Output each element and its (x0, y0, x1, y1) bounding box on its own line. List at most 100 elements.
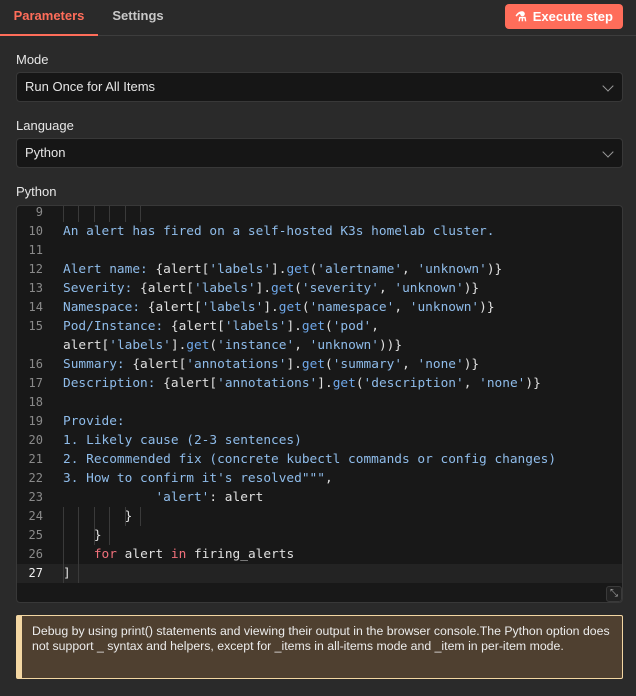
code-token: ( (325, 357, 333, 372)
code-text: Description: {alert['annotations'].get('… (63, 374, 541, 393)
code-token: 1. Likely cause (2-3 sentences) (63, 433, 302, 448)
code-token: {alert[ (132, 357, 187, 372)
indent-guide (63, 206, 64, 222)
language-value: Python (25, 145, 66, 160)
code-line[interactable]: 12 Alert name: {alert['labels'].get('aler… (17, 260, 622, 279)
code-token: Description: (63, 376, 164, 391)
code-line[interactable]: 13 Severity: {alert['labels'].get('severi… (17, 279, 622, 298)
code-token: 'unknown' (417, 262, 487, 277)
indent-guide (63, 545, 64, 564)
mode-value: Run Once for All Items (25, 79, 156, 94)
code-token: )} (463, 357, 480, 372)
code-line[interactable]: 21 2. Recommended fix (concrete kubectl c… (17, 450, 622, 469)
indent-guide (93, 507, 95, 526)
code-line[interactable]: 15 Pod/Instance: {alert['labels'].get('po… (17, 317, 622, 336)
code-text: } (63, 507, 133, 526)
code-token: , (463, 376, 480, 391)
code-token: get (301, 357, 325, 372)
code-text: ] (63, 564, 71, 583)
code-token: )} (486, 262, 503, 277)
code-token: Alert name: (63, 262, 156, 277)
code-line[interactable]: alert['labels'].get('instance', 'unknown… (17, 336, 622, 355)
code-token: ( (301, 300, 310, 315)
code-line[interactable]: 19 Provide: (17, 412, 622, 431)
line-number: 9 (35, 205, 43, 219)
line-number: 15 (28, 319, 43, 333)
code-token: An alert has fired on a self-hosted K3s … (63, 224, 495, 239)
code-token: ]. (263, 300, 279, 315)
chevron-down-icon (602, 80, 614, 92)
indent-guide (78, 206, 80, 222)
mode-select[interactable]: Run Once for All Items (16, 72, 623, 102)
tab-parameters[interactable]: Parameters (0, 0, 98, 36)
code-line[interactable]: 26 for alert in firing_alerts (17, 545, 622, 564)
code-token: 'description' (363, 376, 464, 391)
code-token: , (371, 319, 379, 334)
code-line[interactable]: 11 (17, 241, 622, 260)
code-line[interactable]: 17 Description: {alert['annotations'].get… (17, 374, 622, 393)
code-token: 'namespace' (309, 300, 395, 315)
code-line[interactable]: 9 (17, 205, 622, 222)
code-line[interactable]: 22 3. How to confirm it's resolved""", (17, 469, 622, 488)
line-number: 14 (28, 300, 43, 314)
code-line[interactable]: 23 'alert': alert (17, 488, 622, 507)
execute-step-button[interactable]: ⚗ Execute step (505, 4, 623, 29)
language-select[interactable]: Python (16, 138, 623, 168)
line-number: 10 (28, 224, 43, 238)
code-token: 'alertname' (317, 262, 403, 277)
code-text: 'alert': alert (63, 488, 263, 507)
indent-guide (93, 526, 95, 545)
code-token: get (278, 300, 302, 315)
indent-guide (78, 545, 80, 564)
code-token: 2. Recommended fix (concrete kubectl com… (63, 452, 557, 467)
code-token: ]. (271, 262, 287, 277)
line-number: 17 (28, 376, 43, 390)
code-line[interactable]: 16 Summary: {alert['annotations'].get('su… (17, 355, 622, 374)
code-token: , (402, 262, 418, 277)
line-number: 24 (28, 509, 43, 523)
code-token: ]. (317, 376, 333, 391)
code-token: alert (116, 547, 171, 562)
code-line[interactable]: 18 (17, 393, 622, 412)
code-token: 'labels' (193, 281, 256, 296)
code-token: {alert[ (163, 376, 218, 391)
code-line[interactable]: 14 Namespace: {alert['labels'].get('names… (17, 298, 622, 317)
flask-icon: ⚗ (515, 8, 527, 24)
code-text: Pod/Instance: {alert['labels'].get('pod'… (63, 317, 379, 336)
code-token: Namespace: (63, 300, 148, 315)
code-text: alert['labels'].get('instance', 'unknown… (63, 336, 402, 355)
indent-guide (78, 507, 80, 526)
code-token: {alert[ (140, 281, 194, 296)
code-line[interactable]: 25 } (17, 526, 622, 545)
code-token: firing_alerts (186, 547, 295, 562)
code-editor[interactable]: ⤡ 9 10 An alert has fired on a self-hosted… (16, 205, 623, 603)
code-line[interactable]: 27] (17, 564, 622, 583)
indent-guide (109, 206, 111, 222)
resize-handle-icon[interactable]: ⤡ (606, 586, 622, 602)
code-token: 'annotations' (186, 357, 287, 372)
execute-step-label: Execute step (532, 9, 613, 24)
line-number: 11 (28, 243, 43, 257)
indent-guide (78, 526, 80, 545)
code-token: 'severity' (301, 281, 379, 296)
code-text: Provide: (63, 412, 125, 431)
code-line[interactable]: 20 1. Likely cause (2-3 sentences) (17, 431, 622, 450)
tab-settings[interactable]: Settings (104, 0, 172, 36)
code-token: get (271, 281, 295, 296)
code-token: 'unknown' (394, 281, 464, 296)
code-token: get (286, 262, 310, 277)
line-number: 13 (28, 281, 43, 295)
code-line[interactable]: 10 An alert has fired on a self-hosted K3… (17, 222, 622, 241)
line-number: 23 (28, 490, 43, 504)
indent-guide (93, 206, 95, 222)
code-token: 'none' (479, 376, 526, 391)
code-token: } (63, 528, 102, 543)
language-label: Language (16, 118, 74, 133)
indent-guide (124, 507, 126, 526)
line-number: 16 (28, 357, 43, 371)
code-token: , (394, 300, 410, 315)
code-line[interactable]: 24 } (17, 507, 622, 526)
code-text: Severity: {alert['labels'].get('severity… (63, 279, 479, 298)
line-number: 25 (28, 528, 43, 542)
indent-guide (109, 526, 111, 545)
